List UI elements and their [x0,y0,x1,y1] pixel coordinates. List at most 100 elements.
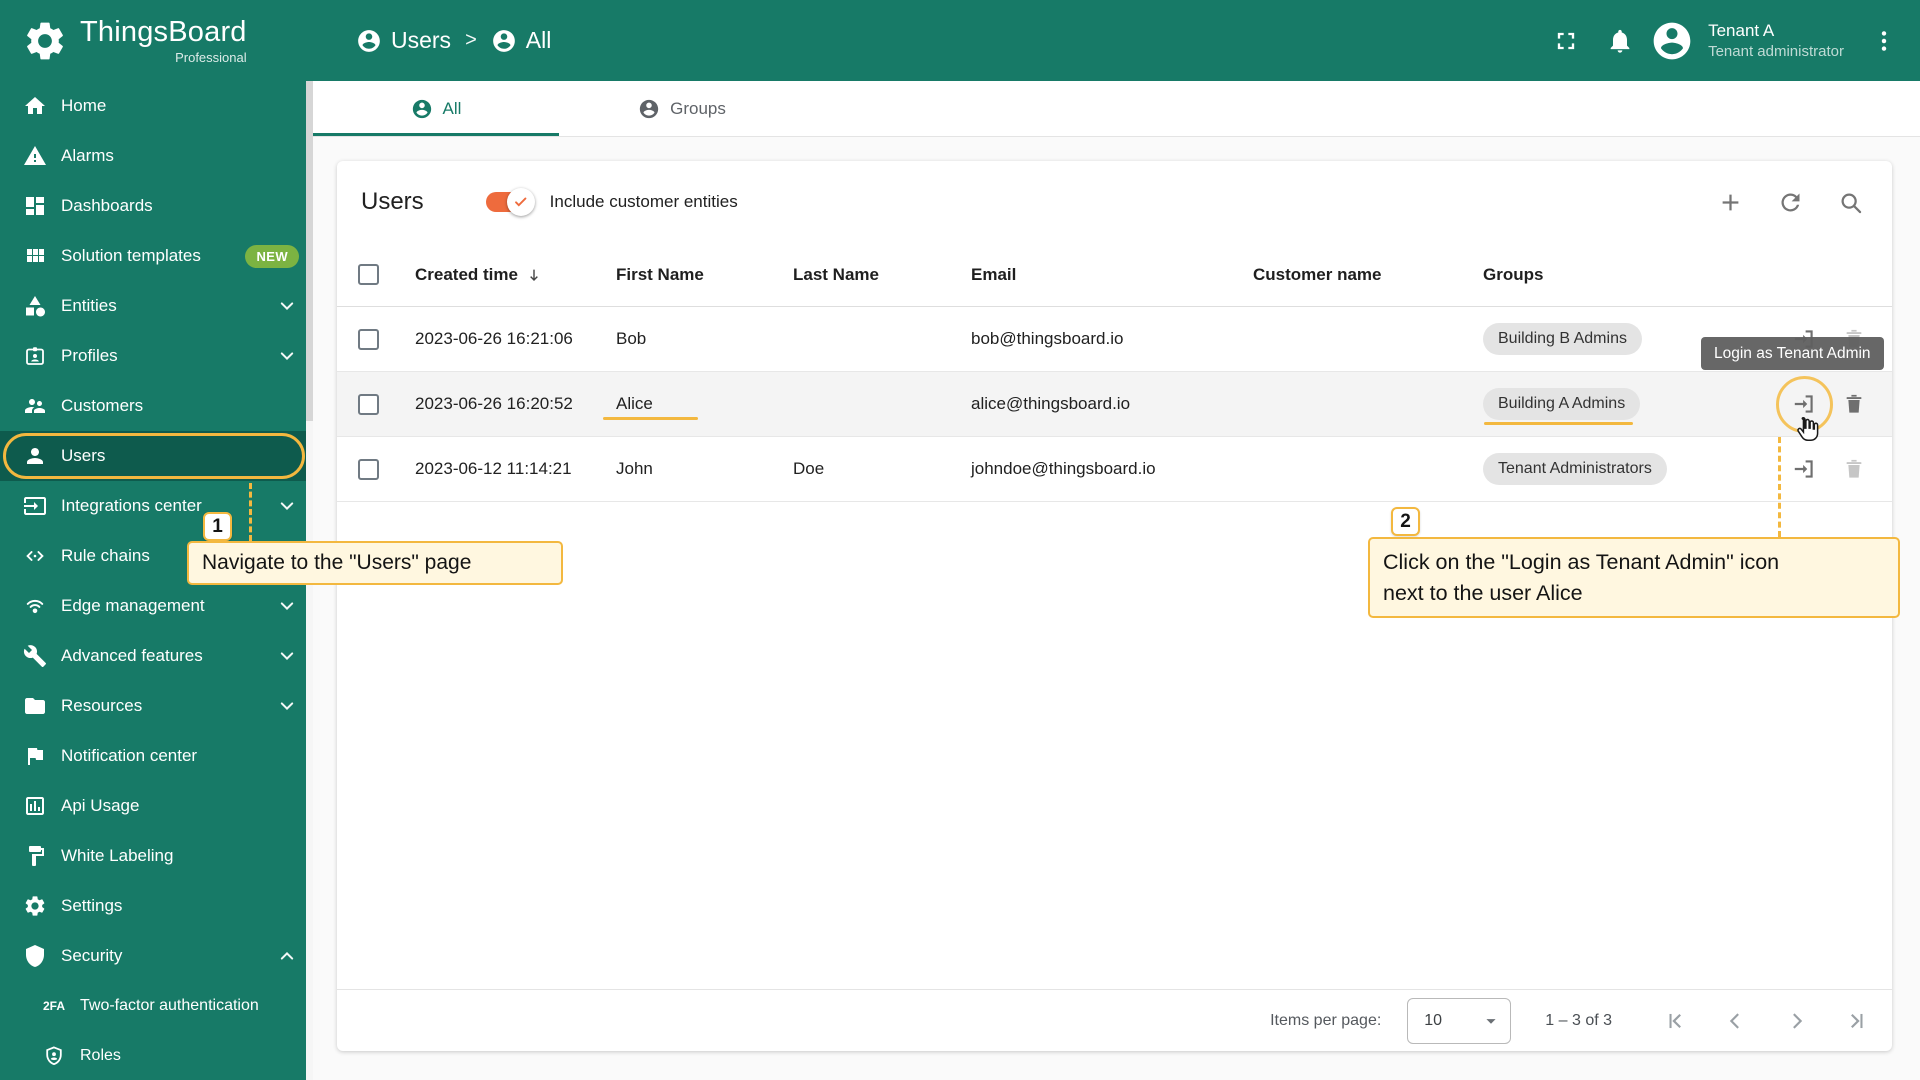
sidebar-item-api-usage[interactable]: Api Usage [0,781,313,831]
select-all-checkbox[interactable] [357,264,379,285]
sidebar-item-notification-center[interactable]: Notification center [0,731,313,781]
tab-all[interactable]: All [313,81,559,136]
sidebar-item-label: Dashboards [61,196,153,215]
more-menu-button[interactable] [1860,17,1908,65]
page-title: Users [361,188,424,215]
avatar[interactable] [1650,19,1694,63]
login-as-user-button[interactable] [1782,447,1826,491]
sidebar-item-edge-management[interactable]: Edge management [0,581,313,631]
col-last-name[interactable]: Last Name [777,265,955,285]
sidebar: ThingsBoard Professional Home Alarms Dashb… [0,0,313,1080]
group-chip[interactable]: Building A Admins [1483,388,1641,420]
items-per-page-select[interactable]: 10 [1407,997,1512,1044]
toggle-track[interactable] [485,188,535,216]
sidebar-item-rule-chains[interactable]: Rule chains [0,531,313,581]
edge-icon [23,594,47,618]
refresh-icon [1777,189,1804,216]
col-groups[interactable]: Groups [1467,265,1762,285]
roles-icon [42,1044,66,1068]
include-customer-entities-toggle[interactable]: Include customer entities [485,188,738,216]
notification-icon [23,744,47,768]
new-badge: NEW [245,244,299,268]
integrations-icon [23,494,47,518]
table-row-bob[interactable]: 2023-06-26 16:21:06 Bob bob@thingsboard.io… [337,307,1892,372]
chevron-left-icon [1723,1008,1749,1034]
chevron-down-icon [275,294,299,318]
notifications-button[interactable] [1596,17,1644,65]
sidebar-scrollbar[interactable] [306,81,313,1080]
next-page-button[interactable] [1772,997,1820,1045]
sidebar-item-label: Advanced features [61,646,203,665]
app-root: ThingsBoard Professional Home Alarms Dashb… [0,0,1920,1080]
last-page-button[interactable] [1832,997,1880,1045]
dashboards-icon [23,194,47,218]
sort-desc-icon [524,265,544,285]
sidebar-item-white-labeling[interactable]: White Labeling [0,831,313,881]
security-icon [23,944,47,968]
row-checkbox[interactable] [357,393,379,415]
col-customer-name[interactable]: Customer name [1237,265,1467,285]
sidebar-item-alarms[interactable]: Alarms [0,131,313,181]
first-page-button[interactable] [1652,997,1700,1045]
table-row-john[interactable]: 2023-06-12 11:14:21 John Doe johndoe@things… [337,437,1892,502]
fullscreen-button[interactable] [1542,17,1590,65]
sidebar-item-label: Two-factor authentication [80,997,259,1014]
users-icon [23,444,47,468]
login-as-user-button[interactable] [1782,317,1826,361]
breadcrumb-all[interactable]: All [491,27,551,54]
search-button[interactable] [1828,180,1872,224]
person-icon [491,28,517,54]
items-per-page-value: 10 [1424,1011,1443,1029]
chevron-down-icon [275,344,299,368]
app-logo[interactable]: ThingsBoard Professional [0,0,313,81]
sidebar-item-customers[interactable]: Customers [0,381,313,431]
login-icon [1791,326,1817,352]
breadcrumb-users-label: Users [391,27,452,53]
table-actions [1708,180,1872,224]
sidebar-item-profiles[interactable]: Profiles [0,331,313,381]
chevron-down-icon [275,694,299,718]
sidebar-scrollbar-thumb[interactable] [306,81,313,421]
sidebar-item-roles[interactable]: Roles [0,1031,313,1080]
alarm-icon [23,144,47,168]
delete-user-button[interactable] [1832,382,1876,426]
table-row-alice[interactable]: 2023-06-26 16:20:52 Alice alice@thingsboar… [337,372,1892,437]
advanced-icon [23,644,47,668]
sidebar-item-advanced-features[interactable]: Advanced features [0,631,313,681]
col-created-time[interactable]: Created time [399,265,600,285]
sidebar-item-solution-templates[interactable]: Solution templates NEW [0,231,313,281]
app-title: ThingsBoard [80,16,247,48]
col-first-name[interactable]: First Name [600,265,777,285]
sidebar-item-label: Settings [61,896,123,915]
sidebar-item-label: Roles [80,1047,121,1064]
row-checkbox[interactable] [357,458,379,480]
cell-created-time: 2023-06-12 11:14:21 [415,459,572,478]
tenant-info[interactable]: Tenant A Tenant administrator [1708,20,1844,62]
sidebar-item-settings[interactable]: Settings [0,881,313,931]
cell-email: bob@thingsboard.io [971,329,1124,348]
delete-user-button[interactable] [1832,447,1876,491]
previous-page-button[interactable] [1712,997,1760,1045]
row-checkbox[interactable] [357,328,379,350]
login-as-user-button[interactable] [1782,382,1826,426]
settings-icon [23,894,47,918]
sidebar-item-entities[interactable]: Entities [0,281,313,331]
home-icon [23,94,47,118]
breadcrumb-users[interactable]: Users [356,27,451,54]
sidebar-item-two-factor-authentication[interactable]: 2FA Two-factor authentication [0,981,313,1031]
chevron-up-icon [275,944,299,968]
rule-chains-icon [23,544,47,568]
refresh-button[interactable] [1768,180,1812,224]
sidebar-item-home[interactable]: Home [0,81,313,131]
sidebar-item-integrations-center[interactable]: Integrations center [0,481,313,531]
sidebar-item-dashboards[interactable]: Dashboards [0,181,313,231]
group-chip[interactable]: Building B Admins [1483,323,1642,355]
sidebar-item-resources[interactable]: Resources [0,681,313,731]
delete-user-button[interactable] [1832,317,1876,361]
sidebar-item-security[interactable]: Security [0,931,313,981]
add-user-button[interactable] [1708,180,1752,224]
group-chip[interactable]: Tenant Administrators [1483,453,1667,485]
sidebar-item-users[interactable]: Users [0,431,313,481]
tab-groups[interactable]: Groups [559,81,805,136]
col-email[interactable]: Email [955,265,1237,285]
